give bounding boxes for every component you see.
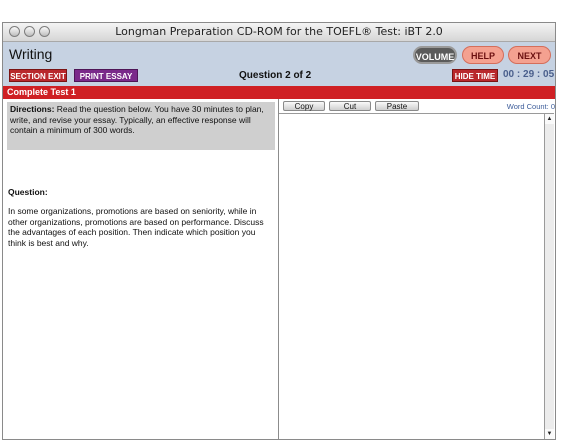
section-title: Writing <box>9 46 53 62</box>
scroll-down-arrow-icon[interactable]: ▼ <box>545 429 554 439</box>
test-banner: Complete Test 1 <box>3 86 555 99</box>
section-header: Writing VOLUME HELP NEXT SECTION EXIT PR… <box>3 42 555 86</box>
app-window: Longman Preparation CD-ROM for the TOEFL… <box>2 22 556 440</box>
copy-button[interactable]: Copy <box>283 101 325 111</box>
help-button[interactable]: HELP <box>462 46 504 64</box>
question-label: Question: <box>8 187 48 197</box>
paste-button[interactable]: Paste <box>375 101 419 111</box>
question-counter: Question 2 of 2 <box>239 70 312 81</box>
scroll-up-arrow-icon[interactable]: ▲ <box>545 114 554 124</box>
hide-time-button[interactable]: HIDE TIME <box>452 69 498 82</box>
print-essay-button[interactable]: PRINT ESSAY <box>74 69 138 82</box>
countdown-timer: 00 : 29 : 05 <box>503 69 555 80</box>
essay-pane: Copy Cut Paste Word Count: 0 ▲ ▼ <box>279 99 555 439</box>
window-title: Longman Preparation CD-ROM for the TOEFL… <box>115 25 443 38</box>
editor-scrollbar[interactable]: ▲ ▼ <box>544 113 554 439</box>
test-name: Complete Test 1 <box>7 87 76 97</box>
directions-label: Directions: <box>10 104 55 114</box>
question-text: In some organizations, promotions are ba… <box>8 206 264 248</box>
volume-button[interactable]: VOLUME <box>413 46 457 64</box>
title-bar: Longman Preparation CD-ROM for the TOEFL… <box>3 23 555 42</box>
cut-button[interactable]: Cut <box>329 101 371 111</box>
question-pane: Directions: Read the question below. You… <box>3 99 278 439</box>
essay-textarea[interactable] <box>279 113 544 439</box>
directions-box: Directions: Read the question below. You… <box>7 102 275 150</box>
section-exit-button[interactable]: SECTION EXIT <box>9 69 67 82</box>
next-button[interactable]: NEXT <box>508 46 551 64</box>
word-count: Word Count: 0 <box>506 102 555 111</box>
